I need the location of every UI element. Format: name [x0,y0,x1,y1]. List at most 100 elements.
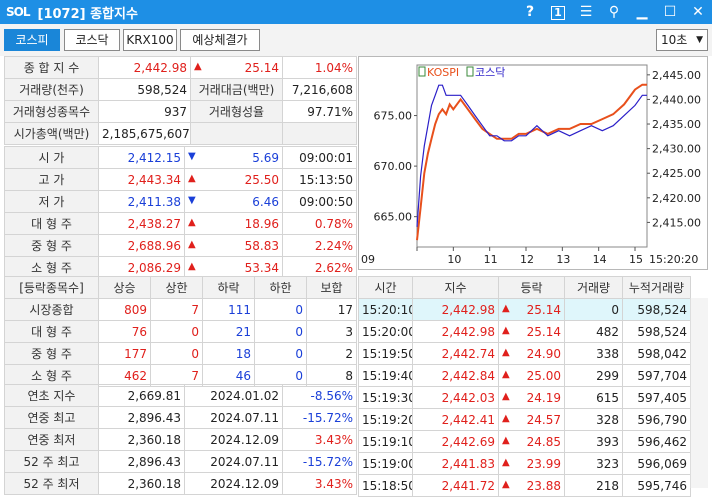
x-tick-label: 09 [361,253,375,266]
plot-area [416,64,648,248]
tab-krx100[interactable]: KRX100 [123,29,177,51]
yearly-table: 연초 지수 2,669.81 2024.01.02 -8.56% 연중 최고 2,896.… [4,384,357,495]
yearly-value: 2,360.18 [98,428,185,451]
yearly-date: 2024.01.02 [184,384,283,407]
breadth-limit-up: 0 [150,320,203,343]
right-tick-label: 2,430.00 [652,143,701,156]
breadth-down: 18 [202,342,255,365]
tick-index: 2,442.41 [412,408,499,431]
yearly-date: 2024.12.09 [184,472,283,495]
index-change-cell: ▲ 25.14 [190,56,283,79]
breadth-header: 보합 [306,276,357,299]
breadth-up: 809 [98,298,151,321]
tick-row[interactable]: 15:19:50 2,442.74 ▲ 24.90 338 598,042 [358,342,691,365]
yearly-row: 연중 최저 2,360.18 2024.12.09 3.43% [4,428,357,451]
tick-index: 2,442.98 [412,298,499,321]
interval-select[interactable]: 10초 ▼ [656,29,708,51]
tick-change: 24.19 [526,390,561,405]
yearly-rate: 3.43% [282,472,357,495]
yearly-row: 52 주 최저 2,360.18 2024.12.09 3.43% [4,472,357,495]
menu-icon[interactable]: ☰ [572,4,600,20]
up-arrow-icon: ▲ [188,260,196,272]
tick-row[interactable]: 15:19:00 2,441.83 ▲ 23.99 323 596,069 [358,452,691,475]
breadth-table: [등락종목수] 상승 상한 하락 하한 보합 시장종합 809 7 111 0 17 대 형 주 76 0… [4,276,357,387]
tick-row[interactable]: 15:19:30 2,442.03 ▲ 24.19 615 597,405 [358,386,691,409]
tick-time: 15:20:00 [358,320,413,343]
ohlc-label: 시 가 [4,146,99,169]
ticks-header-row: 시간 지수 등락 거래량 누적거래량 [358,276,691,299]
index-chart[interactable]: 675.00 670.00 665.00 2,445.00 2,440.00 2,435.… [359,57,707,269]
tick-row[interactable]: 15:19:40 2,442.84 ▲ 25.00 299 597,704 [358,364,691,387]
ticks-header: 누적거래량 [622,276,691,299]
ticks-scrollbar[interactable] [690,298,708,488]
minimize-icon[interactable]: ▁ [628,4,656,20]
tick-row[interactable]: 15:18:50 2,441.72 ▲ 23.88 218 595,746 [358,474,691,497]
tick-cumulative: 595,746 [622,474,691,497]
summary-row-issues: 거래형성종목수 937 거래형성율 97.71% [4,100,357,123]
help-icon[interactable]: ? [516,4,544,20]
ohlc-label: 대 형 주 [4,212,99,235]
app-logo: SOL [6,5,30,19]
ohlc-row: 시 가 2,412.15 ▼ 5.69 09:00:01 [4,146,357,169]
right-tick-label: 2,425.00 [652,167,701,180]
tick-change: 23.88 [526,478,561,493]
window-controls: ? 1 ☰ ⚲ ▁ ☐ ✕ [516,0,712,24]
ticks-header: 시간 [358,276,413,299]
tick-change-cell: ▲ 23.88 [498,474,565,497]
tick-row[interactable]: 15:20:10 2,442.98 ▲ 25.14 0 598,524 [358,298,691,321]
tick-row[interactable]: 15:19:20 2,442.41 ▲ 24.57 328 596,790 [358,408,691,431]
breadth-flat: 3 [306,320,357,343]
tick-volume: 323 [564,452,623,475]
x-tick-label: 10 [447,253,461,266]
tab-expected-price[interactable]: 예상체결가 [180,29,260,51]
left-tick-label: 670.00 [374,160,413,173]
index-value: 2,442.98 [98,56,191,79]
up-arrow-icon: ▲ [502,302,510,314]
ohlc-extra: 2.24% [282,234,357,257]
yearly-date: 2024.07.11 [184,406,283,429]
breadth-row: 대 형 주 76 0 21 0 3 [4,320,357,343]
pin-icon[interactable]: ⚲ [600,4,628,20]
tab-kospi[interactable]: 코스피 [4,29,60,51]
tab-kosdaq[interactable]: 코스닥 [64,29,120,51]
tick-volume: 393 [564,430,623,453]
up-arrow-icon: ▲ [188,172,196,184]
breadth-limit-up: 0 [150,342,203,365]
ohlc-change-cell: ▲ 58.83 [184,234,283,257]
tick-row[interactable]: 15:20:00 2,442.98 ▲ 25.14 482 598,524 [358,320,691,343]
tick-volume: 299 [564,364,623,387]
breadth-down: 111 [202,298,255,321]
ohlc-table: 시 가 2,412.15 ▼ 5.69 09:00:01 고 가 2,443.34 ▲ 25.5… [4,146,357,279]
tick-row[interactable]: 15:19:10 2,442.69 ▲ 24.85 393 596,462 [358,430,691,453]
volume-label: 거래량(천주) [4,78,99,101]
market-cap-value: 2,185,675,607 [98,122,191,145]
ohlc-value: 2,438.27 [98,212,185,235]
up-arrow-icon: ▲ [188,238,196,250]
breadth-limit-up: 7 [150,298,203,321]
breadth-header: [등락종목수] [4,276,99,299]
legend-marker [418,66,426,77]
chart-panel[interactable]: 675.00 670.00 665.00 2,445.00 2,440.00 2,435.… [358,56,708,270]
breadth-header: 상승 [98,276,151,299]
tick-change: 25.14 [526,302,561,317]
ohlc-value: 2,688.96 [98,234,185,257]
left-tick-label: 675.00 [374,110,413,123]
maximize-icon[interactable]: ☐ [656,4,684,20]
legend-label: 코스닥 [475,66,505,79]
ticks-table: 시간 지수 등락 거래량 누적거래량 15:20:10 2,442.98 ▲ 25.14 0 59… [358,276,691,497]
yearly-row: 연중 최고 2,896.43 2024.07.11 -15.72% [4,406,357,429]
ohlc-extra: 09:00:01 [282,146,357,169]
window-number-badge[interactable]: 1 [544,4,572,20]
x-tick-label: 12 [520,253,534,266]
close-icon[interactable]: ✕ [684,4,712,20]
yearly-value: 2,896.43 [98,406,185,429]
ticks-header: 등락 [498,276,565,299]
ohlc-value: 2,412.15 [98,146,185,169]
ohlc-row: 저 가 2,411.38 ▼ 6.46 09:00:50 [4,190,357,213]
tick-cumulative: 596,462 [622,430,691,453]
up-arrow-icon: ▲ [188,216,196,228]
breadth-header: 상한 [150,276,203,299]
ohlc-change: 6.46 [252,194,279,209]
yearly-value: 2,360.18 [98,472,185,495]
ohlc-value: 2,411.38 [98,190,185,213]
